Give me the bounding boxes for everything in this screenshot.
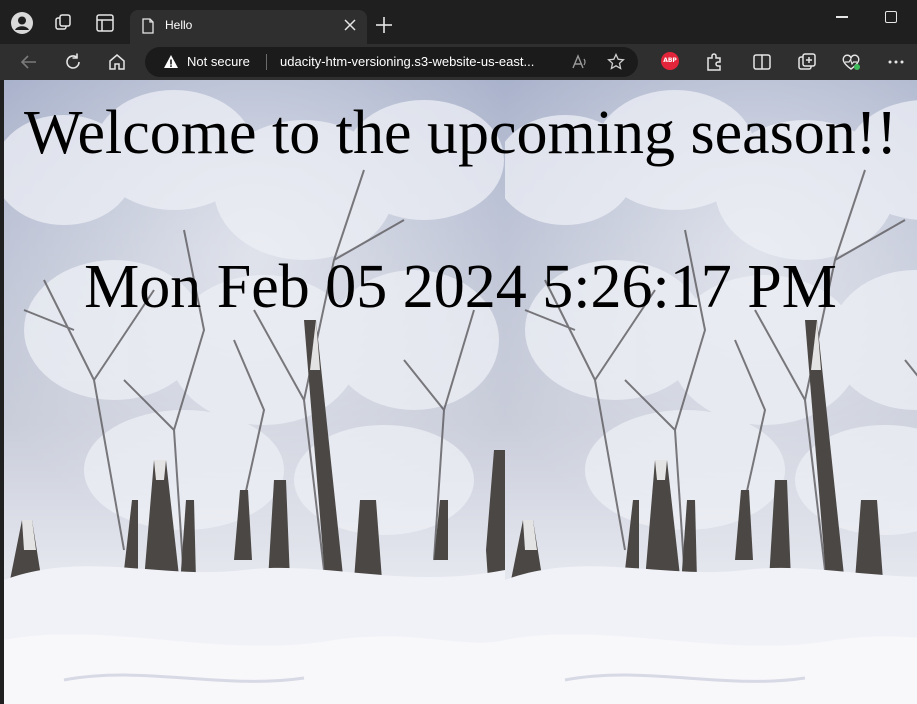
url-text[interactable]: udacity-htm-versioning.s3-website-us-eas… xyxy=(280,54,562,69)
refresh-icon[interactable] xyxy=(62,51,84,73)
browser-toolbar: Not secure udacity-htm-versioning.s3-web… xyxy=(0,44,917,80)
maximize-window-icon[interactable] xyxy=(885,11,897,23)
page-icon xyxy=(142,18,154,34)
new-tab-icon[interactable] xyxy=(374,15,394,35)
browser-titlebar: Hello xyxy=(0,0,917,44)
close-tab-icon[interactable] xyxy=(343,18,357,32)
more-options-icon[interactable] xyxy=(886,52,906,72)
favorite-star-icon[interactable] xyxy=(607,53,625,71)
split-screen-icon[interactable] xyxy=(752,52,772,72)
back-icon[interactable] xyxy=(18,51,40,73)
profile-avatar-icon[interactable] xyxy=(11,12,33,34)
warning-icon[interactable] xyxy=(163,54,179,70)
browser-essentials-icon[interactable] xyxy=(841,52,861,72)
home-icon[interactable] xyxy=(106,51,128,73)
tab-hello[interactable]: Hello xyxy=(130,10,367,44)
extensions-icon[interactable] xyxy=(704,52,724,72)
workspaces-icon[interactable] xyxy=(52,12,74,34)
collections-icon[interactable] xyxy=(797,52,817,72)
adblock-plus-icon[interactable]: ABP xyxy=(661,52,679,70)
security-label[interactable]: Not secure xyxy=(187,54,250,69)
read-aloud-icon[interactable] xyxy=(571,53,589,71)
tab-actions-icon[interactable] xyxy=(94,12,116,34)
current-datetime: Mon Feb 05 2024 5:26:17 PM xyxy=(84,253,837,321)
page-heading: Welcome to the upcoming season!! xyxy=(23,99,898,167)
address-divider xyxy=(266,54,267,70)
address-bar[interactable]: Not secure udacity-htm-versioning.s3-web… xyxy=(145,47,638,77)
tab-title: Hello xyxy=(165,18,193,32)
minimize-window-icon[interactable] xyxy=(836,16,848,18)
page-viewport: Welcome to the upcoming season!! Mon Feb… xyxy=(4,80,917,704)
snowy-forest-background-image-tiled xyxy=(505,80,917,704)
snowy-forest-background-image xyxy=(4,80,505,704)
